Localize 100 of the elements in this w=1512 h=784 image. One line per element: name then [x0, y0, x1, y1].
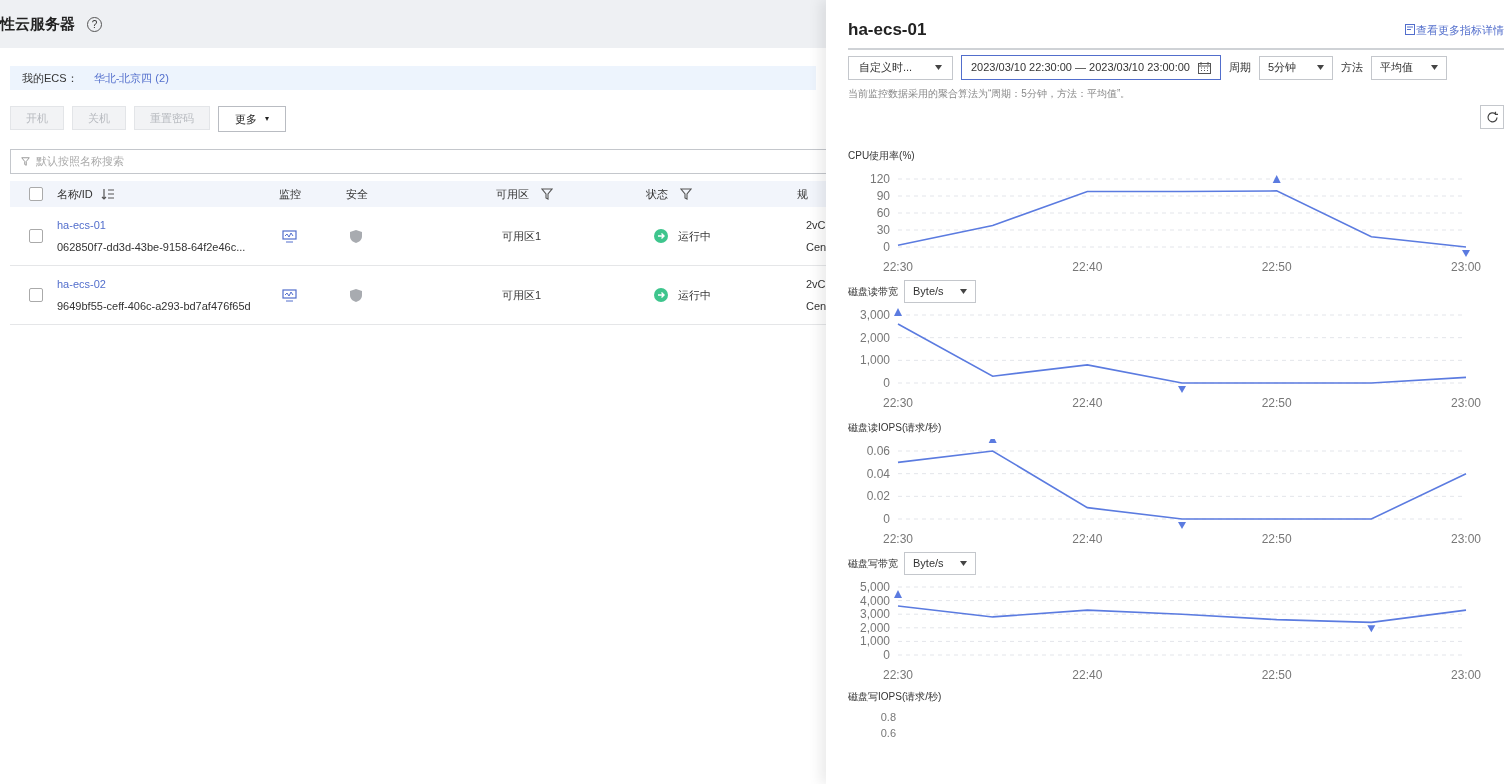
y-tick-label: 60: [876, 206, 890, 220]
running-status-icon: [654, 229, 668, 243]
period-select[interactable]: 5分钟: [1259, 55, 1333, 80]
min-marker-icon: [1367, 625, 1376, 633]
search-field[interactable]: 默认按照名称搜索: [10, 149, 826, 174]
min-marker-icon: [1462, 250, 1470, 257]
spec-text: Cen: [806, 299, 826, 314]
y-tick-label: 90: [876, 189, 890, 203]
y-tick-label: 1,000: [859, 353, 890, 368]
y-tick-label: 30: [876, 223, 890, 237]
y-tick-label: 1,000: [859, 634, 890, 649]
x-tick-label: 22:30: [883, 260, 913, 273]
caret-icon: [960, 560, 967, 566]
min-marker-icon: [1178, 386, 1186, 393]
region-link[interactable]: 华北-北京四 (2): [93, 69, 169, 87]
chart-title: 磁盘读带宽: [848, 284, 898, 299]
column-header: 可用区: [496, 186, 530, 202]
x-tick-label: 23:00: [1451, 668, 1481, 681]
max-marker-icon: [988, 439, 997, 443]
spec-text: 2vC: [806, 276, 826, 292]
document-icon: [1405, 24, 1415, 36]
x-tick-label: 22:50: [1261, 396, 1292, 409]
y-tick-label: 0: [883, 512, 890, 526]
x-tick-label: 23:00: [1451, 396, 1481, 409]
checkbox[interactable]: [29, 229, 43, 243]
spec-text: Cen: [806, 240, 826, 255]
min-marker-icon: [1178, 522, 1186, 529]
caret-icon: [960, 288, 967, 294]
sort-icon[interactable]: [100, 188, 115, 200]
chart-title: CPU使用率(%): [848, 148, 915, 163]
max-marker-icon: [894, 590, 902, 599]
monitor-icon[interactable]: [282, 229, 297, 243]
checkbox[interactable]: [29, 288, 43, 302]
caret-icon: [1431, 65, 1438, 70]
x-tick-label: 22:30: [883, 668, 913, 681]
column-header: 名称/ID: [56, 186, 93, 202]
period-label: 周期: [1229, 60, 1251, 76]
shield-icon: [350, 229, 362, 243]
x-tick-label: 22:40: [1072, 668, 1103, 681]
refresh-icon: [1485, 110, 1499, 124]
chart-title: 磁盘写IOPS(请求/秒): [848, 690, 943, 704]
y-tick-label: 5,000: [859, 580, 890, 594]
monitor-icon[interactable]: [282, 288, 297, 302]
method-select[interactable]: 平均值: [1371, 55, 1447, 80]
y-tick-label: 0.8: [880, 710, 896, 724]
column-header: 规: [796, 186, 808, 202]
status-text: 运行中: [678, 228, 711, 244]
x-tick-label: 22:50: [1261, 532, 1292, 545]
y-tick-label: 0.6: [880, 726, 896, 740]
shield-icon: [350, 288, 362, 302]
y-tick-label: 120: [869, 172, 890, 186]
y-tick-label: 0.04: [866, 466, 890, 481]
caret-icon: [935, 65, 942, 70]
action-button[interactable]: 更多 ▾: [218, 106, 286, 132]
instance-id: 062850f7-dd3d-43be-9158-64f2e46c...: [57, 240, 247, 255]
y-tick-label: 2,000: [859, 620, 890, 635]
checkbox[interactable]: [29, 187, 43, 201]
y-tick-label: 3,000: [859, 607, 890, 622]
calendar-icon: [1198, 61, 1211, 74]
chart-title: 磁盘读IOPS(请求/秒): [848, 420, 942, 435]
caret-icon: [1317, 65, 1324, 70]
zone-text: 可用区1: [502, 288, 542, 301]
refresh-button[interactable]: [1480, 105, 1504, 129]
max-marker-icon: [1272, 174, 1281, 183]
y-tick-label: 0: [883, 376, 890, 390]
unit-select[interactable]: Byte/s: [904, 551, 976, 575]
spec-text: 2vC: [806, 217, 826, 233]
y-tick-label: 3,000: [859, 308, 890, 322]
x-tick-label: 23:00: [1451, 532, 1481, 545]
filter-icon[interactable]: [680, 188, 693, 200]
x-tick-label: 22:40: [1072, 532, 1103, 545]
filter-icon[interactable]: [541, 188, 554, 200]
x-tick-label: 22:30: [883, 532, 913, 545]
running-status-icon: [654, 288, 668, 302]
instance-link[interactable]: ha-ecs-02: [57, 275, 282, 292]
x-tick-label: 22:50: [1261, 668, 1292, 681]
page-title: 性云服务器: [0, 13, 75, 34]
y-tick-label: 0.02: [866, 489, 890, 504]
chart-title: 磁盘写带宽: [848, 556, 898, 571]
range-select[interactable]: 自定义时...: [848, 55, 953, 80]
search-input[interactable]: 默认按照名称搜索: [36, 153, 825, 170]
method-label: 方法: [1341, 60, 1363, 76]
zone-text: 可用区1: [502, 229, 542, 242]
date-range-field[interactable]: 2023/03/10 22:30:00 — 2023/03/10 23:00:00: [961, 55, 1221, 80]
filter-icon: [21, 157, 30, 166]
y-tick-label: 0: [883, 240, 890, 254]
instance-id: 9649bf55-ceff-406c-a293-bd7af476f65d: [57, 299, 252, 314]
column-header: 安全: [346, 186, 369, 202]
y-tick-label: 0: [883, 648, 890, 662]
x-tick-label: 23:00: [1451, 260, 1481, 273]
x-tick-label: 22:40: [1072, 396, 1103, 409]
max-marker-icon: [894, 308, 902, 317]
drawer-title: ha-ecs-01: [848, 18, 927, 41]
column-header: 状态: [646, 186, 669, 202]
unit-select[interactable]: Byte/s: [904, 279, 976, 303]
y-tick-label: 0.06: [866, 444, 890, 458]
instance-link[interactable]: ha-ecs-01: [57, 216, 282, 233]
y-tick-label: 4,000: [859, 593, 890, 608]
x-tick-label: 22:40: [1072, 260, 1103, 273]
y-tick-label: 2,000: [859, 330, 890, 345]
